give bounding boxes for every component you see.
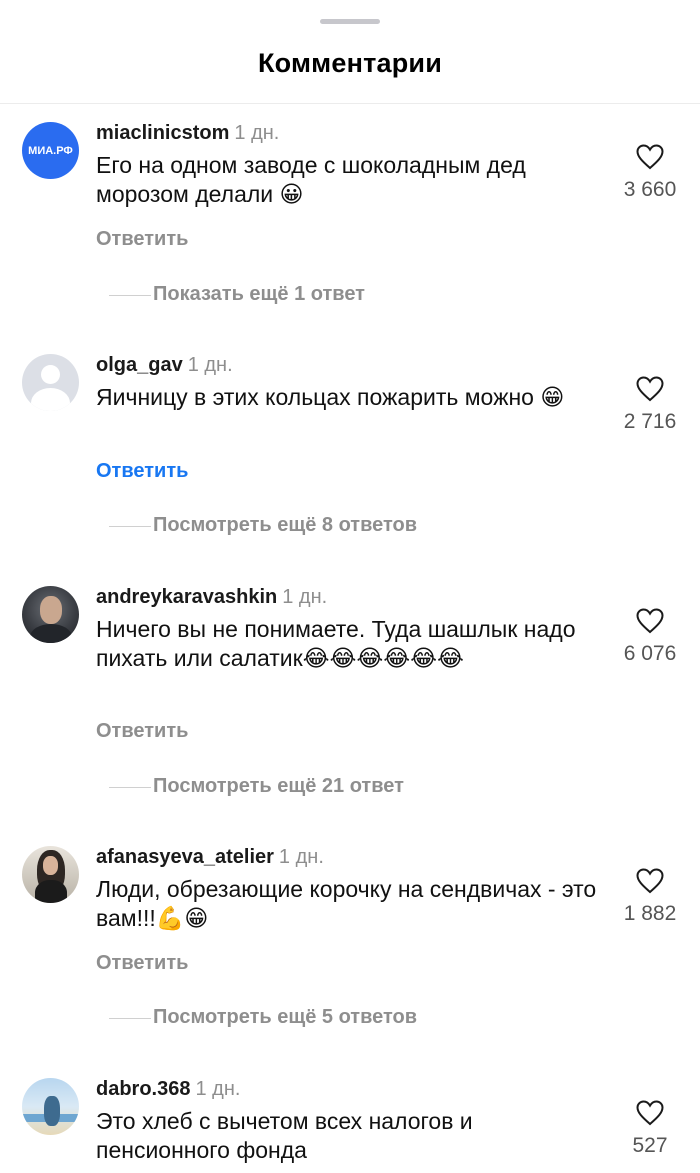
avatar[interactable]: МИА.РФ [22, 122, 79, 179]
reply-button[interactable]: Ответить [96, 228, 188, 251]
view-more-replies-button[interactable]: Показать ещё 1 ответ [96, 283, 596, 307]
avatar-photo-face [40, 596, 62, 624]
view-more-replies-button[interactable]: Посмотреть ещё 8 ответов [96, 514, 596, 538]
comment-username[interactable]: miaclinicstom 1 дн. [96, 122, 279, 145]
avatar-photo-figure [44, 1096, 60, 1126]
like-count: 527 [632, 1134, 668, 1157]
heart-icon[interactable] [636, 376, 664, 402]
header-divider [0, 103, 700, 104]
username-text[interactable]: andreykaravashkin [96, 586, 277, 608]
reply-button[interactable]: Ответить [96, 460, 188, 483]
view-more-replies-button[interactable]: Посмотреть ещё 5 ответов [96, 1006, 596, 1030]
comment-text: Яичницу в этих кольцах пожарить можно 😁 [96, 384, 565, 410]
replies-divider-line [109, 1018, 151, 1019]
like-count: 1 882 [623, 902, 677, 925]
comment-text: Его на одном заводе с шоколадным дед мор… [96, 152, 526, 207]
avatar-photo-body [35, 880, 67, 903]
comment-text: Это хлеб с вычетом всех налогов и пенсио… [96, 1108, 473, 1163]
comments-sheet: Комментарии МИА.РФ miaclinicstom 1 дн. Ег… [0, 0, 700, 1173]
replies-divider-line [109, 526, 151, 527]
username-text[interactable]: olga_gav [96, 354, 183, 376]
avatar[interactable] [22, 846, 79, 903]
reply-button[interactable]: Ответить [96, 952, 188, 975]
username-text[interactable]: afanasyeva_atelier [96, 846, 274, 868]
avatar-logo-text: МИА.РФ [28, 144, 73, 157]
replies-divider-line [109, 295, 151, 296]
replies-divider-line [109, 787, 151, 788]
more-replies-label[interactable]: Посмотреть ещё 8 ответов [153, 514, 417, 537]
heart-icon[interactable] [636, 608, 664, 634]
sheet-title: Комментарии [257, 48, 442, 78]
default-avatar-shoulders [31, 388, 70, 411]
view-more-replies-button[interactable]: Посмотреть ещё 21 ответ [96, 775, 596, 799]
comment-time: 1 дн. [234, 122, 280, 144]
comment-time: 1 дн. [187, 354, 233, 376]
avatar-photo-face [43, 856, 58, 875]
comment-username[interactable]: andreykaravashkin 1 дн. [96, 586, 327, 609]
sheet-grabber-handle[interactable] [320, 19, 380, 24]
avatar[interactable] [22, 586, 79, 643]
like-group: 1 882 [600, 868, 700, 926]
username-text[interactable]: miaclinicstom [96, 122, 229, 144]
comment-time: 1 дн. [282, 586, 328, 608]
comment-username[interactable]: olga_gav 1 дн. [96, 354, 233, 377]
heart-icon[interactable] [636, 868, 664, 894]
comment-username[interactable]: dabro.368 1 дн. [96, 1078, 240, 1101]
like-count: 3 660 [623, 178, 677, 201]
avatar-photo-body [30, 624, 72, 643]
username-text[interactable]: dabro.368 [96, 1078, 190, 1100]
like-group: 2 716 [600, 376, 700, 434]
like-group: 527 [600, 1100, 700, 1158]
reply-button[interactable]: Ответить [96, 720, 188, 743]
like-group: 6 076 [600, 608, 700, 666]
default-avatar-head [41, 365, 60, 384]
comment-time: 1 дн. [195, 1078, 241, 1100]
comment-username[interactable]: afanasyeva_atelier 1 дн. [96, 846, 324, 869]
heart-icon[interactable] [636, 1100, 664, 1126]
more-replies-label[interactable]: Посмотреть ещё 5 ответов [153, 1006, 417, 1029]
like-group: 3 660 [600, 144, 700, 202]
comment-text: Ничего вы не понимаете. Туда шашлык надо… [96, 616, 576, 671]
heart-icon[interactable] [636, 144, 664, 170]
avatar[interactable] [22, 1078, 79, 1135]
more-replies-label[interactable]: Показать ещё 1 ответ [153, 283, 365, 306]
like-count: 2 716 [623, 410, 677, 433]
like-count: 6 076 [623, 642, 677, 665]
more-replies-label[interactable]: Посмотреть ещё 21 ответ [153, 775, 404, 798]
avatar[interactable] [22, 354, 79, 411]
comment-time: 1 дн. [278, 846, 324, 868]
comment-text: Люди, обрезающие корочку на сендвичах - … [96, 876, 597, 931]
